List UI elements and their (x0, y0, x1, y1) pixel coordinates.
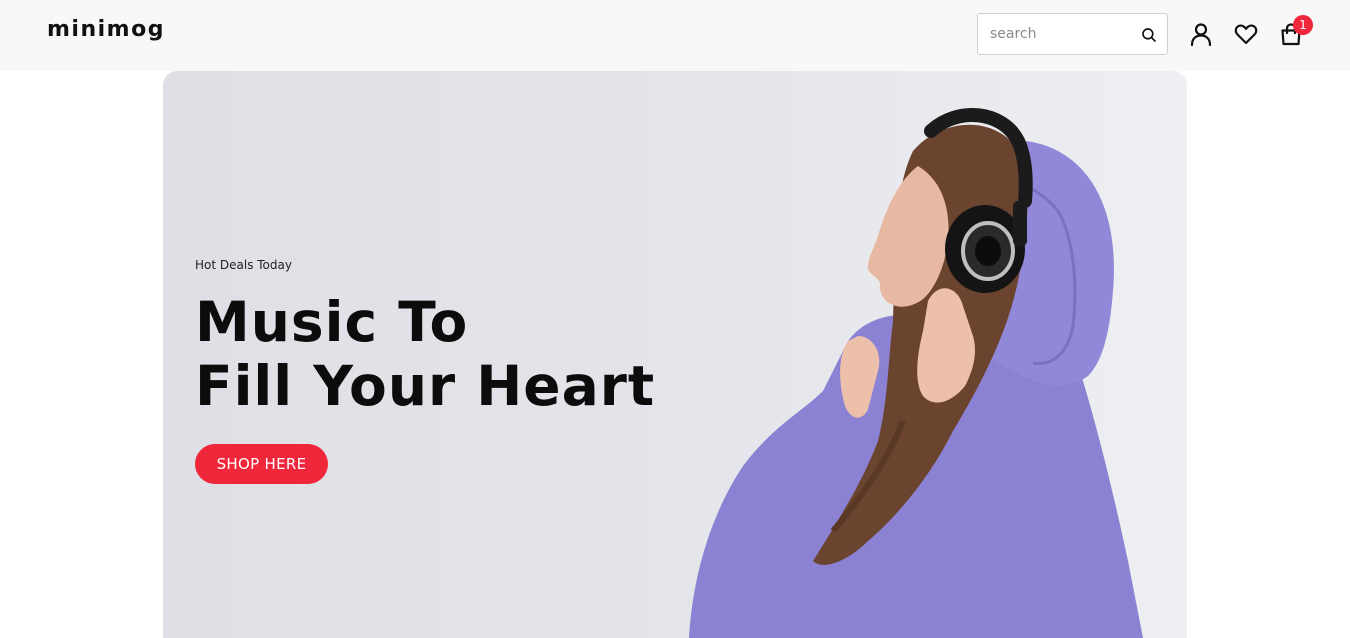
logo[interactable]: minimog (47, 17, 165, 42)
site-header: minimog 1 (0, 0, 1350, 71)
hero-title-line-2: Fill Your Heart (195, 354, 656, 418)
cart-count-badge: 1 (1293, 15, 1313, 35)
hero-title-line-1: Music To (195, 290, 469, 354)
user-icon[interactable] (1188, 21, 1214, 47)
hero-eyebrow: Hot Deals Today (195, 258, 292, 272)
search-icon[interactable] (1140, 26, 1158, 44)
heart-icon[interactable] (1233, 21, 1259, 47)
hero-title: Music To Fill Your Heart (195, 290, 715, 418)
search-input[interactable] (978, 14, 1138, 54)
shop-here-button[interactable]: SHOP HERE (195, 444, 328, 484)
hero-banner: Hot Deals Today Music To Fill Your Heart… (163, 71, 1187, 638)
hero-image-woman-with-headphones (689, 108, 1143, 638)
search-box (977, 13, 1168, 55)
